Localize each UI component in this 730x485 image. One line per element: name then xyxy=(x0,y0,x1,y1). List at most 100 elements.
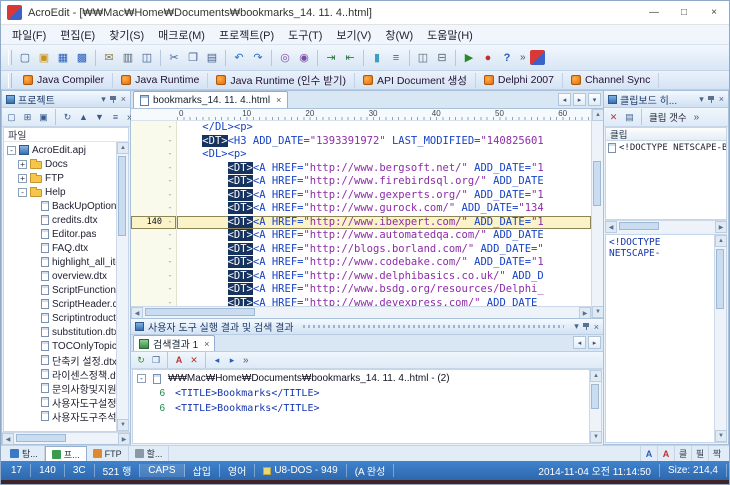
tool-button[interactable]: Java Runtime (인수 받기) xyxy=(208,73,355,88)
prev-result-icon[interactable]: ◂ xyxy=(210,353,224,367)
macro-record-icon[interactable]: ● xyxy=(479,49,497,67)
scroll-track[interactable] xyxy=(67,433,118,444)
code-line[interactable]: - <DL><p> xyxy=(131,148,591,162)
bottom-tab[interactable]: FTP xyxy=(87,446,129,461)
code-text[interactable]: <DT><H3 ADD_DATE="1393391972" LAST_MODIF… xyxy=(177,135,591,149)
scroll-track[interactable] xyxy=(660,221,715,232)
panel-tab[interactable]: 필 xyxy=(691,446,708,461)
tree-item[interactable]: +Docs xyxy=(4,157,116,171)
menu-item[interactable]: 도움말(H) xyxy=(420,25,480,45)
fold-marker-icon[interactable]: - xyxy=(164,175,176,189)
tile-horizontal-icon[interactable]: ◫ xyxy=(414,49,432,67)
folder-view-icon[interactable]: ▣ xyxy=(36,110,51,125)
toolbar-overflow-icon[interactable]: » xyxy=(517,52,529,63)
fold-marker-icon[interactable]: - xyxy=(164,256,176,270)
tab-prev-icon[interactable]: ◂ xyxy=(558,93,571,106)
code-text[interactable]: <DT><A HREF="http://www.bsdg.org/resourc… xyxy=(177,283,591,297)
properties-icon[interactable]: ≡ xyxy=(108,110,123,125)
save-icon[interactable]: ▦ xyxy=(54,49,72,67)
code-text[interactable]: <DT><A HREF="http://blogs.borland.com/" … xyxy=(177,243,591,257)
minimize-button[interactable]: — xyxy=(639,1,669,24)
tree-item[interactable]: FAQ.dtx xyxy=(4,241,116,255)
bottom-tab[interactable]: 할... xyxy=(129,446,170,461)
clipboard-toolbar-overflow-icon[interactable]: » xyxy=(691,112,703,123)
copy-results-icon[interactable]: ❐ xyxy=(149,353,163,367)
scroll-track[interactable] xyxy=(590,410,601,431)
results-tab-next-icon[interactable]: ▸ xyxy=(588,336,601,349)
move-up-icon[interactable]: ▲ xyxy=(76,110,91,125)
tools-toolbar-grip[interactable] xyxy=(8,73,12,88)
panel-close-icon[interactable]: × xyxy=(121,94,126,104)
menu-item[interactable]: 찾기(S) xyxy=(102,25,151,45)
scroll-thumb[interactable] xyxy=(145,308,255,316)
editor-vscrollbar[interactable]: ▲▼ xyxy=(591,109,603,318)
move-down-icon[interactable]: ▼ xyxy=(92,110,107,125)
close-button[interactable]: × xyxy=(699,1,729,24)
bottom-tab[interactable]: 탐... xyxy=(4,446,45,461)
scroll-down-icon[interactable]: ▼ xyxy=(117,419,129,431)
save-all-icon[interactable]: ▩ xyxy=(73,49,91,67)
editor-hscrollbar[interactable]: ◀▶ xyxy=(131,306,591,318)
code-line[interactable]: - <DT><A HREF="http://www.gurock.com/" A… xyxy=(131,202,591,216)
fold-marker-icon[interactable]: - xyxy=(164,270,176,284)
fold-marker-icon[interactable]: - xyxy=(164,243,176,257)
menu-item[interactable]: 프로젝트(P) xyxy=(212,25,281,45)
pin-icon[interactable] xyxy=(583,322,590,331)
scroll-up-icon[interactable]: ▲ xyxy=(715,235,727,247)
result-expander-icon[interactable]: - xyxy=(137,374,146,383)
code-text[interactable]: <DT><A HREF="http://www.codebake.com/" A… xyxy=(177,256,591,270)
scroll-up-icon[interactable]: ▲ xyxy=(590,370,602,382)
scroll-down-icon[interactable]: ▼ xyxy=(590,431,602,443)
pin-icon[interactable] xyxy=(110,95,117,104)
bookmark-toggle-icon[interactable]: ▮ xyxy=(368,49,386,67)
tree-item[interactable]: overview.dtx xyxy=(4,269,116,283)
tab-list-icon[interactable]: ▾ xyxy=(588,93,601,106)
code-line[interactable]: - <DT><A HREF="http://www.delphibasics.c… xyxy=(131,270,591,284)
search-result-row[interactable]: 6<TITLE>Bookmarks</TITLE> xyxy=(133,386,589,401)
fold-marker-icon[interactable]: - xyxy=(164,297,176,307)
script-run-icon[interactable]: ▶ xyxy=(460,49,478,67)
tree-item[interactable]: credits.dtx xyxy=(4,213,116,227)
tile-vertical-icon[interactable]: ⊟ xyxy=(433,49,451,67)
fold-marker-icon[interactable]: - xyxy=(164,283,176,297)
code-text[interactable]: <DT><A HREF="http://www.bergsoft.net/" A… xyxy=(177,162,591,176)
copy-icon[interactable]: ❐ xyxy=(184,49,202,67)
tree-item[interactable]: ScriptFunctions.pas xyxy=(4,283,116,297)
menu-item[interactable]: 편집(E) xyxy=(53,25,102,45)
menu-item[interactable]: 매크로(M) xyxy=(151,25,212,45)
tree-item[interactable]: -Help xyxy=(4,185,116,199)
editor-tab-close-icon[interactable]: × xyxy=(274,95,281,105)
tool-button[interactable]: Delphi 2007 xyxy=(476,73,563,88)
scroll-track[interactable] xyxy=(715,310,726,430)
panel-tab[interactable]: 짝 xyxy=(708,446,725,461)
tree-item[interactable]: highlight_all_items_ xyxy=(4,255,116,269)
titlebar[interactable]: AcroEdit - [₩₩Mac₩Home₩Documents₩bookmar… xyxy=(1,1,729,25)
code-text[interactable]: <DT><A HREF="http://www.gexperts.org/" A… xyxy=(177,189,591,203)
code-line[interactable]: - <DT><A HREF="http://www.firebirdsql.or… xyxy=(131,175,591,189)
project-tree-hscrollbar[interactable]: ◀▶ xyxy=(2,432,130,444)
code-text[interactable]: </DL><p> xyxy=(177,121,591,135)
scroll-thumb[interactable] xyxy=(716,249,724,309)
panel-menu-icon[interactable]: ▾ xyxy=(699,94,704,105)
panel-tab[interactable]: A xyxy=(640,446,657,461)
results-tab-prev-icon[interactable]: ◂ xyxy=(573,336,586,349)
results-panel-titlebar[interactable]: 사용자 도구 실행 결과 및 검색 결과 ▾ × xyxy=(131,319,603,335)
project-panel-titlebar[interactable]: 프로젝트 ▾ × xyxy=(2,91,130,108)
delete-clip-icon[interactable]: ✕ xyxy=(606,110,621,125)
scroll-track[interactable] xyxy=(117,237,128,419)
fold-marker-icon[interactable]: - xyxy=(164,216,176,230)
redo-icon[interactable]: ↷ xyxy=(249,49,267,67)
editor-tab[interactable]: bookmarks_14. 11. 4..html × xyxy=(133,91,288,108)
fold-marker-icon[interactable]: - xyxy=(164,148,176,162)
pin-icon[interactable] xyxy=(708,95,715,104)
tool-button[interactable]: Java Compiler xyxy=(15,73,113,88)
code-text[interactable]: <DT><A HREF="http://www.automatedqa.com/… xyxy=(177,229,591,243)
scroll-right-icon[interactable]: ▶ xyxy=(715,221,727,233)
code-line[interactable]: - <DT><A HREF="http://www.bergsoft.net/"… xyxy=(131,162,591,176)
scroll-up-icon[interactable]: ▲ xyxy=(117,142,129,154)
fold-marker-icon[interactable]: - xyxy=(164,121,176,135)
paste-clip-icon[interactable]: ▤ xyxy=(622,110,637,125)
outdent-icon[interactable]: ⇤ xyxy=(341,49,359,67)
tree-expander-icon[interactable]: + xyxy=(18,160,27,169)
fold-marker-icon[interactable]: - xyxy=(164,135,176,149)
